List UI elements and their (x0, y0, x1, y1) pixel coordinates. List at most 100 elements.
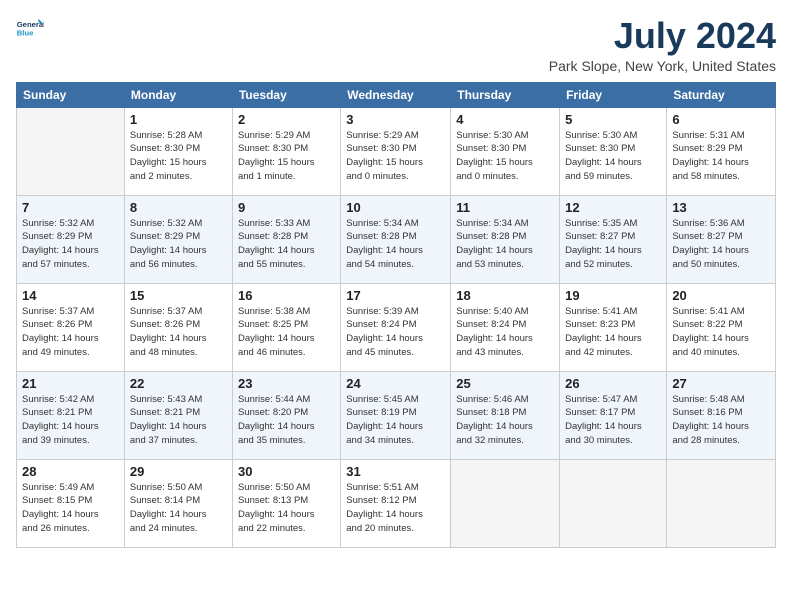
table-row: 5 Sunrise: 5:30 AMSunset: 8:30 PMDaylight… (560, 107, 667, 195)
day-info: Sunrise: 5:41 AMSunset: 8:22 PMDaylight:… (672, 305, 770, 360)
table-row (667, 459, 776, 547)
day-info: Sunrise: 5:37 AMSunset: 8:26 PMDaylight:… (22, 305, 119, 360)
page-header: General Blue July 2024 Park Slope, New Y… (16, 16, 776, 74)
day-info: Sunrise: 5:42 AMSunset: 8:21 PMDaylight:… (22, 393, 119, 448)
day-info: Sunrise: 5:32 AMSunset: 8:29 PMDaylight:… (22, 217, 119, 272)
table-row: 17 Sunrise: 5:39 AMSunset: 8:24 PMDayligh… (341, 283, 451, 371)
day-number: 31 (346, 464, 445, 479)
day-number: 3 (346, 112, 445, 127)
day-number: 17 (346, 288, 445, 303)
table-row: 31Sunrise: 5:51 AMSunset: 8:12 PMDayligh… (341, 459, 451, 547)
table-row: 27 Sunrise: 5:48 AMSunset: 8:16 PMDayligh… (667, 371, 776, 459)
calendar-body: 1Sunrise: 5:28 AMSunset: 8:30 PMDaylight… (17, 107, 776, 547)
table-row: 11 Sunrise: 5:34 AMSunset: 8:28 PMDayligh… (451, 195, 560, 283)
table-row: 18Sunrise: 5:40 AMSunset: 8:24 PMDayligh… (451, 283, 560, 371)
day-info: Sunrise: 5:39 AMSunset: 8:24 PMDaylight:… (346, 305, 445, 360)
col-friday: Friday (560, 82, 667, 107)
day-info: Sunrise: 5:34 AMSunset: 8:28 PMDaylight:… (456, 217, 554, 272)
day-number: 7 (22, 200, 119, 215)
table-row: 30 Sunrise: 5:50 AMSunset: 8:13 PMDayligh… (232, 459, 340, 547)
table-row: 7 Sunrise: 5:32 AMSunset: 8:29 PMDaylight… (17, 195, 125, 283)
day-number: 25 (456, 376, 554, 391)
svg-text:Blue: Blue (17, 29, 34, 38)
day-info: Sunrise: 5:29 AMSunset: 8:30 PMDaylight:… (346, 129, 445, 184)
day-info: Sunrise: 5:46 AMSunset: 8:18 PMDaylight:… (456, 393, 554, 448)
table-row: 24 Sunrise: 5:45 AMSunset: 8:19 PMDayligh… (341, 371, 451, 459)
day-number: 20 (672, 288, 770, 303)
day-info: Sunrise: 5:36 AMSunset: 8:27 PMDaylight:… (672, 217, 770, 272)
table-row: 20 Sunrise: 5:41 AMSunset: 8:22 PMDayligh… (667, 283, 776, 371)
day-info: Sunrise: 5:30 AMSunset: 8:30 PMDaylight:… (456, 129, 554, 184)
day-info: Sunrise: 5:35 AMSunset: 8:27 PMDaylight:… (565, 217, 661, 272)
table-row: 16 Sunrise: 5:38 AMSunset: 8:25 PMDayligh… (232, 283, 340, 371)
day-number: 8 (130, 200, 227, 215)
col-sunday: Sunday (17, 82, 125, 107)
table-row (560, 459, 667, 547)
day-info: Sunrise: 5:32 AMSunset: 8:29 PMDaylight:… (130, 217, 227, 272)
day-number: 14 (22, 288, 119, 303)
day-number: 21 (22, 376, 119, 391)
col-saturday: Saturday (667, 82, 776, 107)
month-title: July 2024 (549, 16, 776, 56)
day-info: Sunrise: 5:48 AMSunset: 8:16 PMDaylight:… (672, 393, 770, 448)
day-info: Sunrise: 5:43 AMSunset: 8:21 PMDaylight:… (130, 393, 227, 448)
day-number: 30 (238, 464, 335, 479)
day-number: 26 (565, 376, 661, 391)
table-row: 10Sunrise: 5:34 AMSunset: 8:28 PMDayligh… (341, 195, 451, 283)
day-number: 18 (456, 288, 554, 303)
title-section: July 2024 Park Slope, New York, United S… (549, 16, 776, 74)
day-number: 9 (238, 200, 335, 215)
day-number: 4 (456, 112, 554, 127)
header-row: Sunday Monday Tuesday Wednesday Thursday… (17, 82, 776, 107)
table-row: 4 Sunrise: 5:30 AMSunset: 8:30 PMDaylight… (451, 107, 560, 195)
day-info: Sunrise: 5:44 AMSunset: 8:20 PMDaylight:… (238, 393, 335, 448)
day-number: 27 (672, 376, 770, 391)
table-row: 12 Sunrise: 5:35 AMSunset: 8:27 PMDayligh… (560, 195, 667, 283)
day-number: 6 (672, 112, 770, 127)
table-row: 21 Sunrise: 5:42 AMSunset: 8:21 PMDayligh… (17, 371, 125, 459)
day-number: 11 (456, 200, 554, 215)
table-row: 9 Sunrise: 5:33 AMSunset: 8:28 PMDaylight… (232, 195, 340, 283)
day-info: Sunrise: 5:37 AMSunset: 8:26 PMDaylight:… (130, 305, 227, 360)
day-number: 19 (565, 288, 661, 303)
logo-icon: General Blue (16, 16, 44, 44)
table-row: 13 Sunrise: 5:36 AMSunset: 8:27 PMDayligh… (667, 195, 776, 283)
table-row: 6 Sunrise: 5:31 AMSunset: 8:29 PMDaylight… (667, 107, 776, 195)
day-number: 13 (672, 200, 770, 215)
day-number: 22 (130, 376, 227, 391)
day-number: 23 (238, 376, 335, 391)
table-row: 3 Sunrise: 5:29 AMSunset: 8:30 PMDaylight… (341, 107, 451, 195)
day-number: 10 (346, 200, 445, 215)
day-number: 16 (238, 288, 335, 303)
table-row: 1Sunrise: 5:28 AMSunset: 8:30 PMDaylight… (124, 107, 232, 195)
day-info: Sunrise: 5:29 AMSunset: 8:30 PMDaylight:… (238, 129, 335, 184)
table-row (451, 459, 560, 547)
day-info: Sunrise: 5:45 AMSunset: 8:19 PMDaylight:… (346, 393, 445, 448)
calendar-header: Sunday Monday Tuesday Wednesday Thursday… (17, 82, 776, 107)
day-info: Sunrise: 5:38 AMSunset: 8:25 PMDaylight:… (238, 305, 335, 360)
table-row: 15 Sunrise: 5:37 AMSunset: 8:26 PMDayligh… (124, 283, 232, 371)
day-number: 12 (565, 200, 661, 215)
table-row: 14 Sunrise: 5:37 AMSunset: 8:26 PMDayligh… (17, 283, 125, 371)
day-number: 15 (130, 288, 227, 303)
day-info: Sunrise: 5:41 AMSunset: 8:23 PMDaylight:… (565, 305, 661, 360)
col-wednesday: Wednesday (341, 82, 451, 107)
day-info: Sunrise: 5:30 AMSunset: 8:30 PMDaylight:… (565, 129, 661, 184)
location: Park Slope, New York, United States (549, 58, 776, 74)
day-number: 29 (130, 464, 227, 479)
col-thursday: Thursday (451, 82, 560, 107)
day-number: 24 (346, 376, 445, 391)
day-info: Sunrise: 5:49 AMSunset: 8:15 PMDaylight:… (22, 481, 119, 536)
table-row: 22 Sunrise: 5:43 AMSunset: 8:21 PMDayligh… (124, 371, 232, 459)
table-row: 28 Sunrise: 5:49 AMSunset: 8:15 PMDayligh… (17, 459, 125, 547)
day-number: 2 (238, 112, 335, 127)
day-info: Sunrise: 5:31 AMSunset: 8:29 PMDaylight:… (672, 129, 770, 184)
table-row: 2 Sunrise: 5:29 AMSunset: 8:30 PMDaylight… (232, 107, 340, 195)
col-tuesday: Tuesday (232, 82, 340, 107)
table-row: 19 Sunrise: 5:41 AMSunset: 8:23 PMDayligh… (560, 283, 667, 371)
col-monday: Monday (124, 82, 232, 107)
day-number: 28 (22, 464, 119, 479)
day-number: 5 (565, 112, 661, 127)
day-info: Sunrise: 5:50 AMSunset: 8:13 PMDaylight:… (238, 481, 335, 536)
day-info: Sunrise: 5:33 AMSunset: 8:28 PMDaylight:… (238, 217, 335, 272)
